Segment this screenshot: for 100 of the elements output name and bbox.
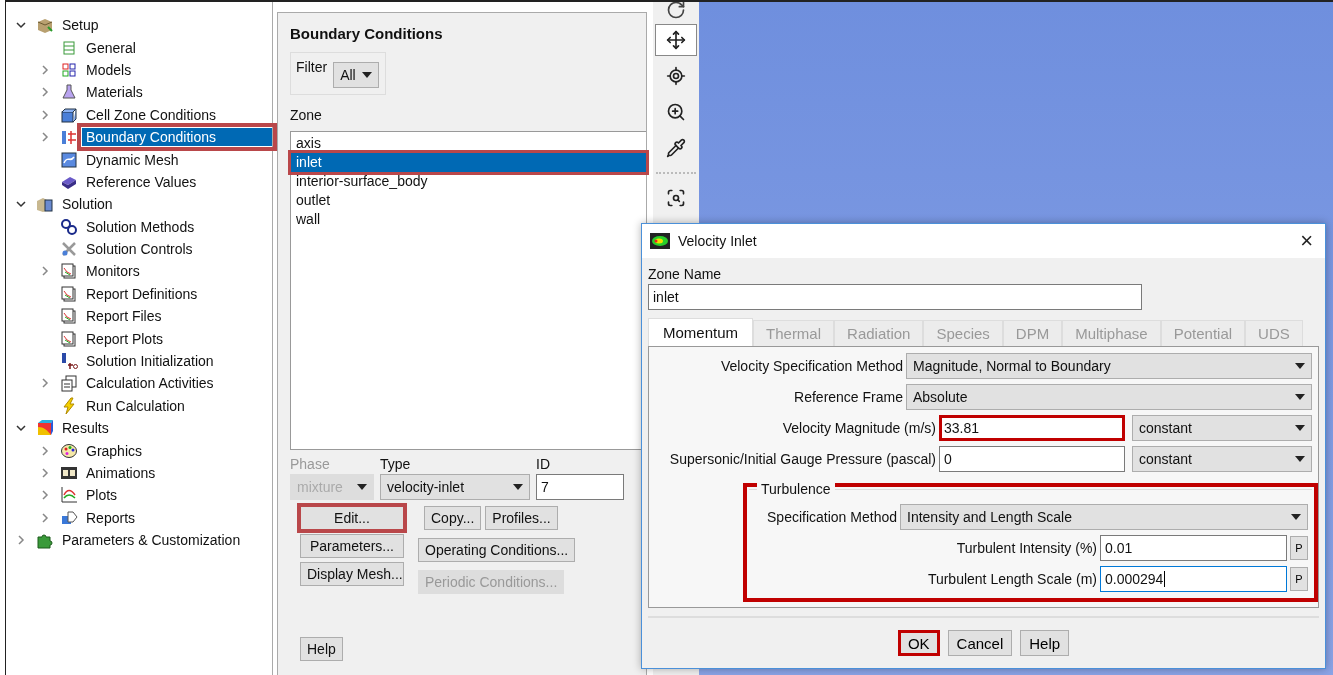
package-icon — [36, 16, 54, 35]
tab[interactable]: Momentum — [648, 318, 754, 346]
phase-label: Phase — [290, 456, 331, 472]
action-button[interactable]: Copy... — [424, 506, 482, 530]
grid-icon — [60, 60, 78, 79]
film-strip-icon — [60, 464, 78, 482]
tree-item[interactable]: Run Calculation — [82, 396, 189, 415]
dropdown-caret-icon — [357, 484, 367, 490]
initialize-icon — [60, 352, 78, 371]
zone-item[interactable]: interior-surface_body — [291, 172, 646, 191]
tree-item[interactable]: Materials — [82, 83, 147, 102]
palette-icon — [60, 441, 78, 460]
tree-item[interactable]: Report Files — [82, 307, 166, 326]
chart-window-icon — [60, 284, 78, 303]
field-label: Supersonic/Initial Gauge Pressure (pascal) — [668, 451, 936, 467]
lightning-icon — [60, 396, 78, 415]
tree-item[interactable]: Report Definitions — [82, 284, 202, 303]
rotate-icon[interactable] — [666, 2, 686, 20]
tree-item[interactable]: Solution Methods — [82, 217, 199, 236]
dialog-button[interactable]: OK — [897, 630, 940, 656]
zone-label: Zone — [290, 107, 323, 123]
action-button[interactable]: Edit... — [300, 506, 404, 530]
document-stack-icon — [60, 374, 78, 393]
eyedropper-icon[interactable] — [666, 138, 686, 158]
dropdown[interactable]: constant — [1132, 415, 1312, 441]
dropdown-caret-icon — [1295, 394, 1305, 400]
help-button[interactable]: Help — [300, 637, 343, 661]
chart-window-icon — [60, 307, 78, 326]
zone-item[interactable]: wall — [291, 210, 646, 229]
tree-item[interactable]: Graphics — [82, 441, 147, 460]
group-title: Turbulence — [757, 481, 835, 497]
dialog-button[interactable]: Cancel — [947, 630, 1013, 656]
zone-item[interactable]: outlet — [291, 191, 646, 210]
tree-item[interactable]: Parameters & Customization — [58, 531, 245, 550]
flask-icon — [60, 83, 78, 102]
field-label: Specification Method — [766, 509, 897, 525]
dropdown-caret-icon — [361, 72, 372, 78]
dropdown[interactable]: constant — [1132, 446, 1312, 472]
tree-item[interactable]: Reference Values — [82, 172, 201, 191]
tree-item[interactable]: Report Plots — [82, 329, 168, 348]
gears-icon — [60, 217, 78, 236]
field-label: Turbulent Length Scale (m) — [926, 571, 1097, 587]
contour-icon — [650, 233, 670, 249]
action-button[interactable]: Display Mesh... — [300, 562, 404, 586]
dropdown-caret-icon — [1295, 456, 1305, 462]
type-label: Type — [380, 456, 412, 472]
dropdown[interactable]: Intensity and Length Scale — [900, 504, 1308, 530]
dropdown-caret-icon — [513, 484, 523, 490]
tree-item[interactable]: General — [82, 38, 140, 57]
tree-item[interactable]: Results — [58, 419, 113, 438]
zone-item[interactable]: inlet — [291, 153, 646, 172]
parameter-button[interactable]: P — [1290, 567, 1308, 591]
chart-window-icon — [60, 262, 78, 281]
tree-item[interactable]: Solution — [58, 195, 117, 214]
chart-window-icon — [60, 329, 78, 348]
field-label: Velocity Specification Method — [719, 358, 903, 374]
mesh-icon — [60, 150, 78, 169]
filter-label: Filter — [296, 59, 328, 75]
tree-item[interactable]: Solution Controls — [82, 240, 197, 259]
tree-item[interactable]: Cell Zone Conditions — [82, 105, 220, 124]
input-field[interactable]: 33.81 — [939, 415, 1125, 441]
parameter-button[interactable]: P — [1290, 536, 1308, 560]
boundary-icon — [60, 128, 78, 147]
field-label: Velocity Magnitude (m/s) — [781, 420, 936, 436]
window-title: Velocity Inlet — [678, 233, 758, 249]
tree-item[interactable]: Reports — [82, 508, 140, 527]
tree-item[interactable]: Plots — [82, 486, 122, 505]
tree-item[interactable]: Monitors — [82, 262, 144, 281]
zone-name-field[interactable]: inlet — [648, 284, 1142, 310]
tree-item[interactable]: Models — [82, 60, 136, 79]
dropdown[interactable]: Magnitude, Normal to Boundary — [906, 353, 1312, 379]
field-label: Reference Frame — [793, 389, 903, 405]
action-button[interactable]: Parameters... — [300, 534, 404, 558]
input-field[interactable]: 0 — [939, 446, 1125, 472]
action-button[interactable]: Profiles... — [485, 506, 558, 530]
filter-dropdown[interactable]: All — [333, 62, 379, 88]
id-label: ID — [536, 456, 551, 472]
tree-item[interactable]: Calculation Activities — [82, 374, 218, 393]
zoom-in-icon[interactable] — [666, 102, 686, 122]
zone-item[interactable]: axis — [291, 134, 646, 153]
id-field[interactable]: 7 — [536, 474, 624, 500]
tree-item[interactable]: Dynamic Mesh — [82, 150, 183, 169]
move-icon[interactable] — [666, 30, 686, 50]
action-button[interactable]: Operating Conditions... — [418, 538, 576, 562]
cube-icon — [60, 105, 78, 124]
list-icon — [60, 38, 78, 57]
dialog-button[interactable]: Help — [1020, 630, 1070, 656]
tree-item[interactable]: Solution Initialization — [82, 352, 218, 371]
tool-button[interactable] — [655, 24, 697, 56]
zoom-box-icon[interactable] — [666, 188, 686, 208]
input-field[interactable]: 0.000294 — [1100, 566, 1287, 592]
close-button[interactable]: × — [1296, 230, 1317, 252]
contour-cube-icon — [36, 419, 54, 438]
tree-item[interactable]: Animations — [82, 464, 160, 482]
zoom-fit-icon[interactable] — [666, 66, 686, 86]
tree-item[interactable]: Setup — [58, 16, 103, 35]
input-field[interactable]: 0.01 — [1100, 535, 1287, 561]
field-label: Turbulent Intensity (%) — [955, 540, 1097, 556]
dropdown[interactable]: Absolute — [906, 384, 1312, 410]
type-dropdown[interactable]: velocity-inlet — [380, 474, 530, 500]
